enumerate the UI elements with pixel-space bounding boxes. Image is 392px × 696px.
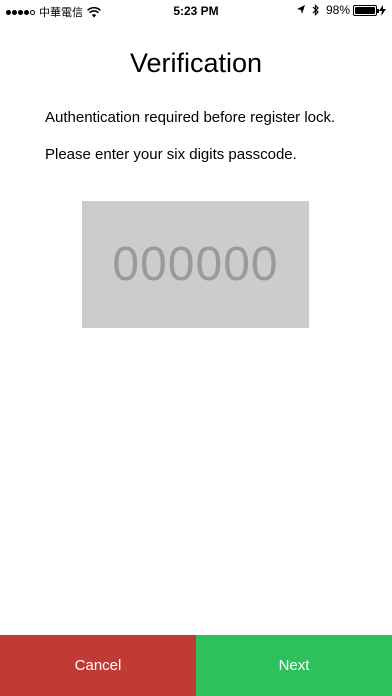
battery-fill bbox=[355, 6, 375, 14]
cancel-button[interactable]: Cancel bbox=[0, 635, 196, 696]
status-bar: 中華電信 5:23 PM 98% bbox=[0, 0, 392, 22]
battery-icon bbox=[353, 4, 379, 16]
charging-bolt-icon bbox=[379, 4, 386, 16]
enter-passcode-message: Please enter your six digits passcode. bbox=[45, 146, 297, 163]
bluetooth-icon bbox=[312, 4, 319, 16]
auth-required-message: Authentication required before register … bbox=[45, 109, 336, 126]
verification-screen: 中華電信 5:23 PM 98% Verification Authentica… bbox=[0, 0, 392, 696]
next-button[interactable]: Next bbox=[196, 635, 392, 696]
location-arrow-icon bbox=[296, 5, 305, 14]
page-title: Verification bbox=[129, 48, 263, 78]
passcode-field-container bbox=[82, 201, 309, 328]
status-bar-right: 98% bbox=[296, 3, 386, 17]
battery-percentage: 98% bbox=[325, 3, 350, 17]
passcode-input[interactable] bbox=[82, 201, 309, 328]
